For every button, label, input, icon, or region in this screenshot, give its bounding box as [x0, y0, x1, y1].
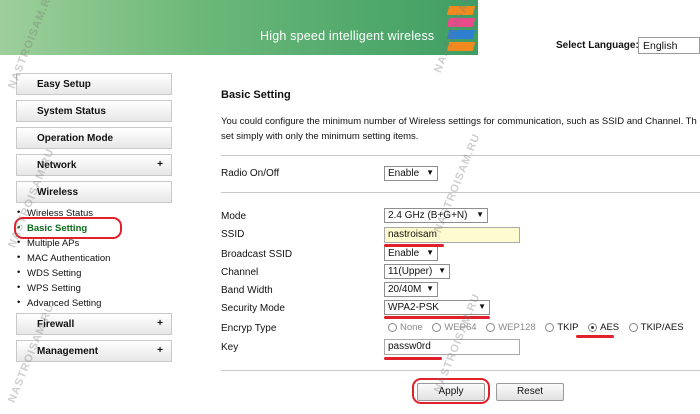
radio-icon [486, 323, 496, 332]
banner-title: High speed intelligent wireless [260, 29, 435, 43]
menu-easy-setup[interactable]: Easy Setup [16, 73, 172, 95]
broadcast-ssid-select[interactable]: Enable ▼ [384, 246, 438, 261]
menu-management-label: Management [37, 346, 99, 357]
menu-operation-mode-label: Operation Mode [37, 133, 114, 144]
security-mode-label: Security Mode [221, 303, 285, 314]
expand-plus-icon: + [157, 318, 163, 329]
encryp-option-tkip-aes[interactable]: TKIP/AES [628, 322, 684, 333]
language-label: Select Language: [556, 40, 639, 51]
dropdown-arrow-icon: ▼ [438, 266, 446, 275]
radio-selected-icon [588, 323, 598, 332]
sidebar-item-multiple-aps[interactable]: Multiple APs [17, 237, 79, 249]
radio-icon [432, 323, 442, 332]
radio-icon [628, 323, 638, 332]
menu-system-status-label: System Status [37, 106, 106, 117]
radio-icon [545, 323, 555, 332]
broadcast-ssid-value: Enable [388, 248, 420, 259]
radio-onoff-select[interactable]: Enable ▼ [384, 166, 438, 181]
dropdown-arrow-icon: ▼ [426, 168, 434, 177]
encryp-type-radio-group: None WEP64 WEP128 TKIP AES TKIP/AES [388, 322, 691, 335]
key-label: Key [221, 342, 239, 353]
radio-icon [388, 323, 397, 332]
page-title: Basic Setting [221, 89, 291, 101]
underline-aes [576, 335, 614, 338]
dropdown-arrow-icon: ▼ [426, 248, 434, 257]
bandwidth-value: 20/40M [388, 284, 422, 295]
encryp-option-none[interactable]: None [388, 322, 423, 333]
encryp-option-aes[interactable]: AES [588, 322, 619, 333]
mode-value: 2.4 GHz (B+G+N) [388, 210, 468, 221]
radio-onoff-label: Radio On/Off [221, 168, 280, 179]
sidebar-item-wps-setting[interactable]: WPS Setting [17, 282, 81, 294]
sidebar-item-advanced-setting[interactable]: Advanced Setting [17, 297, 102, 309]
menu-easy-setup-label: Easy Setup [37, 79, 91, 90]
language-select[interactable]: English [638, 37, 700, 54]
encryp-option-wep128-label: WEP128 [498, 322, 536, 333]
menu-wireless-label: Wireless [37, 187, 79, 198]
encryp-type-label: Encryp Type [221, 323, 277, 334]
highlight-ring-basic-setting [14, 217, 122, 239]
expand-plus-icon: + [157, 345, 163, 356]
bandwidth-label: Band Width [221, 285, 273, 296]
encryp-option-none-label: None [400, 322, 423, 333]
mode-label: Mode [221, 211, 247, 222]
security-mode-value: WPA2-PSK [388, 302, 439, 313]
channel-select[interactable]: 11(Upper) ▼ [384, 264, 450, 279]
page-description: You could configure the minimum number o… [221, 114, 700, 144]
reset-button[interactable]: Reset [496, 383, 564, 401]
sidebar-item-wds-setting[interactable]: WDS Setting [17, 267, 81, 279]
bandwidth-select[interactable]: 20/40M ▼ [384, 282, 438, 297]
divider [221, 192, 700, 193]
description-line-1: You could configure the minimum number o… [221, 116, 697, 127]
expand-plus-icon: + [157, 159, 163, 170]
divider [221, 155, 700, 156]
divider [221, 370, 700, 371]
header: High speed intelligent wireless Select L… [0, 0, 700, 62]
description-line-2: set simply with only the minimum setting… [221, 131, 419, 142]
encryp-option-tkip[interactable]: TKIP [545, 322, 578, 333]
dropdown-arrow-icon: ▼ [476, 210, 484, 219]
ssid-input[interactable]: nastroisam [384, 227, 520, 243]
encryp-option-wep128[interactable]: WEP128 [486, 322, 536, 333]
menu-operation-mode[interactable]: Operation Mode [16, 127, 172, 149]
menu-system-status[interactable]: System Status [16, 100, 172, 122]
underline-key [384, 357, 442, 360]
encryp-option-aes-label: AES [600, 322, 620, 333]
dropdown-arrow-icon: ▼ [426, 284, 434, 293]
broadcast-ssid-label: Broadcast SSID [221, 249, 293, 260]
banner: High speed intelligent wireless [0, 0, 478, 55]
underline-ssid [384, 244, 444, 247]
ssid-label: SSID [221, 229, 245, 240]
sidebar-item-mac-authentication[interactable]: MAC Authentication [17, 252, 110, 264]
radio-onoff-value: Enable [388, 168, 420, 179]
highlight-ring-apply [412, 378, 490, 404]
encryp-option-tkip-label: TKIP [557, 322, 579, 333]
channel-label: Channel [221, 267, 259, 278]
channel-value: 11(Upper) [388, 266, 433, 277]
encryp-option-tkip-aes-label: TKIP/AES [640, 322, 684, 333]
